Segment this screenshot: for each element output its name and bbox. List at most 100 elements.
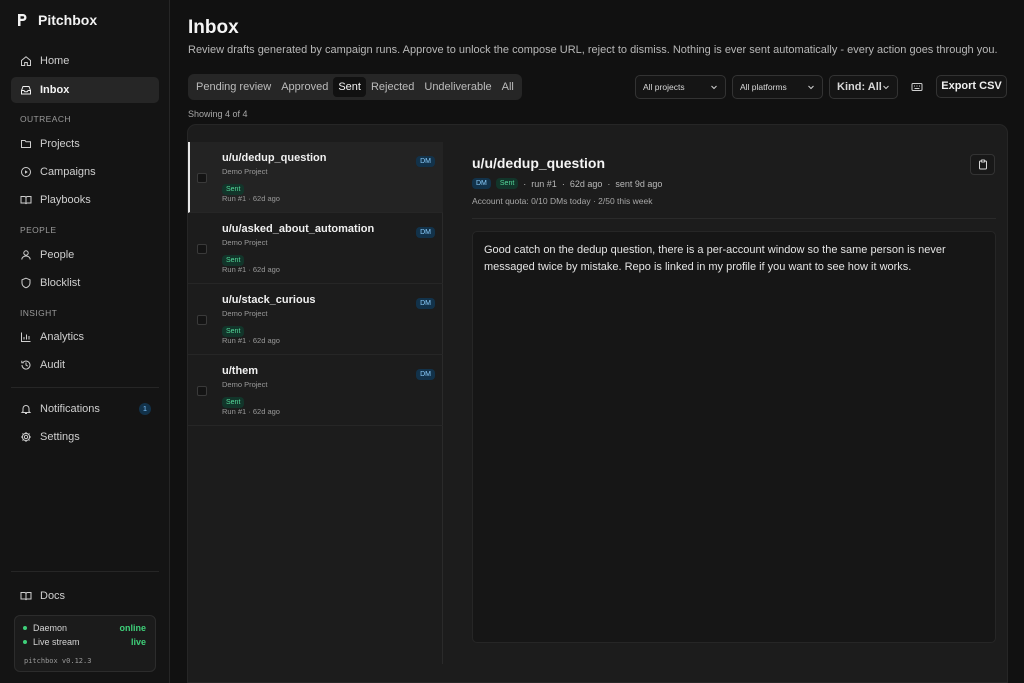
list-item[interactable]: u/u/dedup_question Demo Project Sent Run… [188,142,443,213]
list-item[interactable]: u/u/stack_curious Demo Project Sent Run … [188,284,443,355]
item-kind: DM [416,223,435,238]
separator: · [561,178,565,189]
detail-divider [472,218,996,219]
item-title: u/u/stack_curious [222,294,316,306]
home-icon [21,56,31,66]
version-label: pitchbox v0.12.3 [24,657,92,665]
app-name: Pitchbox [38,12,98,28]
export-csv-button[interactable]: Export CSV [936,75,1007,98]
clipboard-icon [978,159,987,170]
detail-sent: sent 9d ago [615,178,663,189]
notifications-count-badge: 1 [139,403,151,415]
daemon-label: Daemon [33,623,68,633]
item-meta: Run #1 · 62d ago [222,336,280,345]
sidebar-item-notifications[interactable]: Notifications 1 [11,396,159,422]
tab-sent[interactable]: Sent [333,77,366,97]
sidebar-item-settings[interactable]: Settings [11,424,159,450]
status-dot-icon [23,626,27,630]
item-title: u/u/asked_about_automation [222,223,375,235]
bell-icon [20,405,32,414]
chevron-down-icon [808,85,814,90]
sidebar-item-blocklist[interactable]: Blocklist [11,270,159,296]
sidebar: Pitchbox Home Inbox OUTREACH Projects Ca… [0,0,170,683]
results-count: Showing 4 of 4 [188,109,248,119]
message-body: Good catch on the dedup question, there … [472,231,996,643]
gear-icon [21,432,31,442]
row-checkbox[interactable] [197,315,207,325]
item-age: 62d ago [252,407,280,416]
item-project: Demo Project [222,380,268,389]
detail-meta: DM Sent · run #1 · 62d ago · sent 9d ago [472,178,662,189]
sidebar-item-label: Projects [40,138,80,150]
platform-filter-value: All platforms [740,82,787,92]
sidebar-item-label: Playbooks [40,194,91,206]
history-icon [21,360,31,370]
copy-button[interactable] [970,154,995,175]
item-status: Sent [222,322,245,337]
sidebar-item-people[interactable]: People [11,242,159,268]
kind-filter-value: Kind: All [837,81,882,93]
sidebar-item-analytics[interactable]: Analytics [11,324,159,350]
sidebar-item-inbox[interactable]: Inbox [11,77,159,103]
keyboard-shortcuts-button[interactable] [908,78,926,96]
sidebar-item-docs[interactable]: Docs [11,583,159,609]
status-panel: Daemon online Live stream live pitchbox … [14,615,156,672]
separator: · [523,178,527,189]
sidebar-item-campaigns[interactable]: Campaigns [11,159,159,185]
detail-run: run #1 [531,178,557,189]
item-meta: Run #1 · 62d ago [222,194,280,203]
shield-icon [21,277,31,289]
row-checkbox[interactable] [197,386,207,396]
sidebar-item-label: Campaigns [40,166,96,178]
row-checkbox[interactable] [197,244,207,254]
sidebar-item-label: People [40,249,75,261]
inbox-icon [21,86,31,95]
sidebar-item-label: Blocklist [40,277,81,289]
sidebar-item-label: Home [40,55,70,67]
dm-badge: DM [472,178,491,189]
project-filter-value: All projects [643,82,685,92]
chevron-down-icon [883,85,889,90]
message-list: u/u/dedup_question Demo Project Sent Run… [188,142,443,664]
sidebar-item-projects[interactable]: Projects [11,131,159,157]
sidebar-item-playbooks[interactable]: Playbooks [11,187,159,213]
chevron-down-icon [711,85,717,90]
play-circle-icon [21,167,31,177]
separator: · [607,178,611,189]
brand[interactable]: Pitchbox [16,12,97,28]
item-kind: DM [416,365,435,380]
sidebar-item-label: Notifications [40,403,100,415]
user-icon [21,250,31,260]
sidebar-divider [11,387,159,388]
book-open-icon [20,196,32,205]
sidebar-item-audit[interactable]: Audit [11,352,159,378]
item-kind: DM [416,152,435,167]
row-checkbox[interactable] [197,173,207,183]
platform-filter-select[interactable]: All platforms [732,75,823,99]
item-project: Demo Project [222,167,268,176]
list-item[interactable]: u/u/asked_about_automation Demo Project … [188,213,443,284]
tab-pending-review[interactable]: Pending review [191,77,276,97]
dm-badge: DM [416,227,435,238]
page-title: Inbox [188,17,239,38]
detail-age: 62d ago [569,178,603,189]
tab-undeliverable[interactable]: Undeliverable [419,77,496,97]
item-run: Run #1 [222,194,247,203]
kind-filter-select[interactable]: Kind: All [829,75,898,99]
item-run: Run #1 [222,265,247,274]
item-run: Run #1 [222,336,247,345]
tab-rejected[interactable]: Rejected [366,77,419,97]
sidebar-item-home[interactable]: Home [11,48,159,74]
item-meta: Run #1 · 62d ago [222,265,280,274]
tab-all[interactable]: All [497,77,519,97]
list-item[interactable]: u/them Demo Project Sent Run #1 · 62d ag… [188,355,443,426]
dm-badge: DM [416,369,435,380]
stream-label: Live stream [33,637,80,647]
tab-approved[interactable]: Approved [276,77,333,97]
project-filter-select[interactable]: All projects [635,75,726,99]
daemon-status: Daemon online [23,622,146,634]
pitchbox-logo-icon [18,14,27,26]
sidebar-item-label: Docs [40,590,66,602]
item-status: Sent [222,393,245,408]
page-subtitle: Review drafts generated by campaign runs… [188,44,998,56]
